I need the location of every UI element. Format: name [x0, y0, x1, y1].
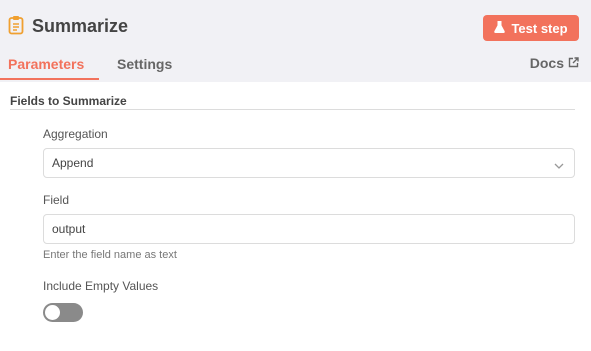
node-title: Summarize — [32, 16, 129, 36]
toggle-knob — [45, 305, 60, 320]
docs-label: Docs — [529, 55, 564, 71]
field-value: output — [52, 222, 86, 236]
include-empty-toggle[interactable] — [43, 303, 83, 322]
tab-bar: Parameters Settings Docs — [0, 52, 591, 82]
aggregation-select[interactable]: Append — [43, 148, 575, 178]
field-input[interactable]: output — [43, 214, 575, 244]
field-hint: Enter the field name as text — [43, 249, 177, 261]
clipboard-icon — [8, 15, 24, 35]
docs-link[interactable]: Docs — [530, 55, 579, 71]
section-title: Fields to Summarize — [10, 94, 127, 108]
section-divider — [10, 109, 575, 110]
external-link-icon — [568, 55, 579, 71]
field-label: Field — [43, 193, 70, 207]
flask-icon — [494, 20, 506, 36]
chevron-down-icon — [554, 159, 564, 169]
include-empty-label: Include Empty Values — [43, 279, 159, 293]
test-step-label: Test step — [511, 20, 568, 36]
aggregation-label: Aggregation — [43, 127, 108, 141]
active-tab-indicator — [0, 78, 99, 80]
tab-parameters[interactable]: Parameters — [8, 55, 84, 73]
node-header: Summarize Test step Parameters Settings … — [0, 0, 591, 82]
aggregation-value: Append — [52, 156, 94, 170]
test-step-button[interactable]: Test step — [483, 15, 579, 41]
tab-settings[interactable]: Settings — [117, 55, 172, 73]
